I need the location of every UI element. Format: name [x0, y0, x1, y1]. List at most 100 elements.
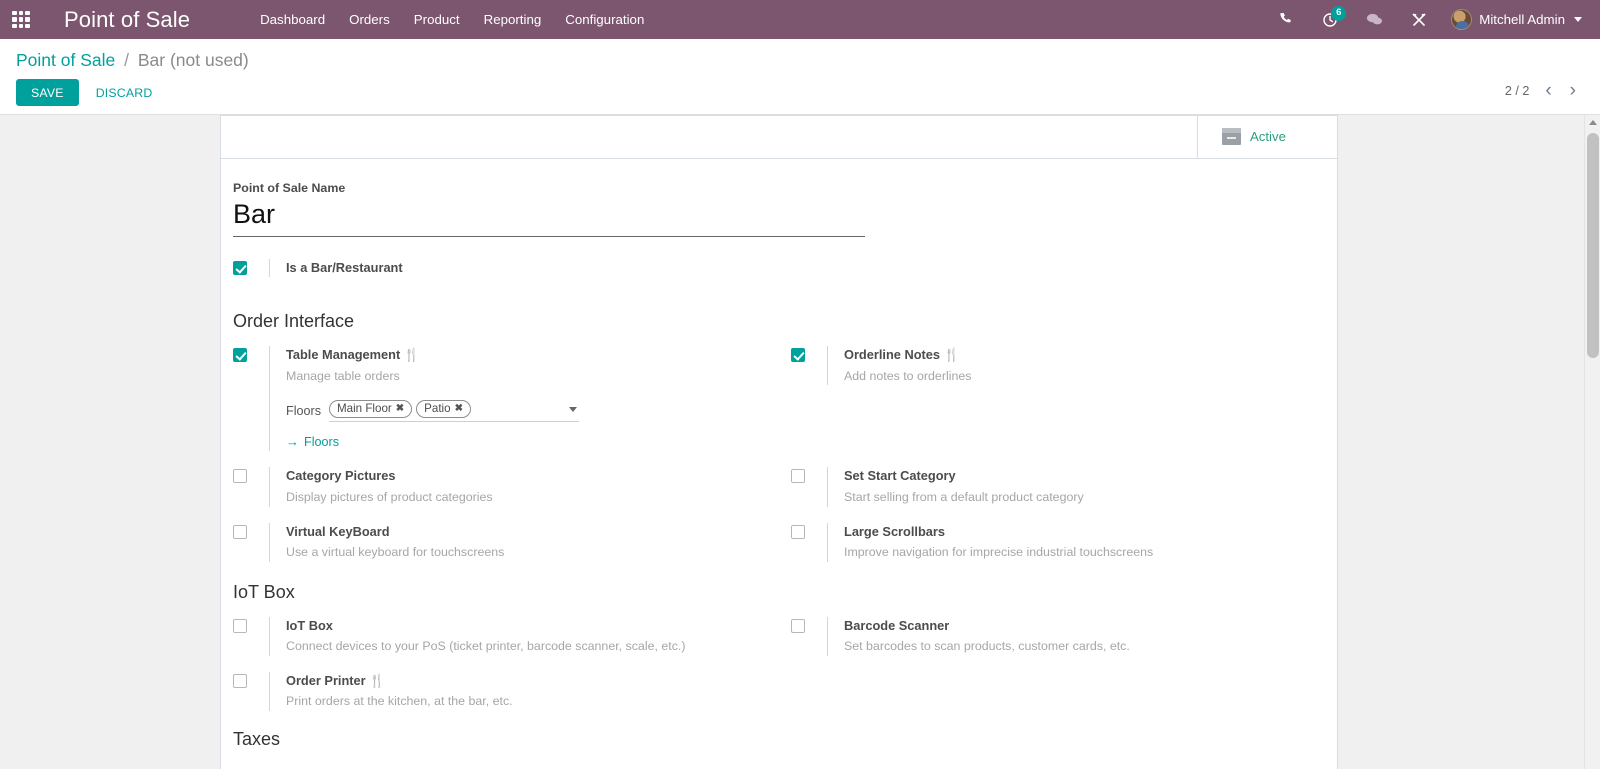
setting-order-printer: Order Printer 🍴 Print orders at the kitc… — [221, 672, 779, 727]
checkbox-orderline-notes[interactable] — [791, 348, 805, 362]
chevron-down-icon — [1574, 17, 1582, 22]
floors-field-label: Floors — [286, 404, 321, 418]
setting-set-start-category-body: Set Start Category Start selling from a … — [827, 467, 1321, 506]
checkbox-set-start-category[interactable] — [791, 469, 805, 483]
scroll-thumb[interactable] — [1587, 133, 1599, 358]
activity-clock-icon[interactable]: 6 — [1308, 4, 1352, 36]
setting-table-management-text: Table Management — [286, 347, 400, 362]
pos-name-label: Point of Sale Name — [233, 181, 1337, 195]
menu-item-orders[interactable]: Orders — [337, 2, 402, 37]
menu-item-configuration[interactable]: Configuration — [553, 2, 656, 37]
floors-tag-patio-label: Patio — [424, 402, 450, 415]
setting-category-pictures-title: Category Pictures — [286, 467, 763, 486]
stat-button-active[interactable]: Active — [1197, 116, 1337, 158]
checkbox-large-scrollbars[interactable] — [791, 525, 805, 539]
setting-order-printer-text: Order Printer — [286, 673, 366, 688]
form-action-buttons: SAVE DISCARD — [16, 79, 1584, 106]
setting-barcode-scanner-desc: Set barcodes to scan products, customer … — [844, 637, 1321, 656]
setting-set-start-category-title: Set Start Category — [844, 467, 1321, 486]
activity-count-badge: 6 — [1331, 6, 1346, 21]
setting-large-scrollbars: Large Scrollbars Improve navigation for … — [779, 523, 1337, 578]
pager-next-button[interactable]: › — [1562, 79, 1584, 102]
checkbox-table-management[interactable] — [233, 348, 247, 362]
checkbox-is-bar-restaurant[interactable] — [233, 261, 247, 275]
discard-button[interactable]: DISCARD — [83, 79, 166, 106]
phone-icon[interactable]: phone-icon — [1265, 4, 1308, 35]
setting-orderline-notes-title: Orderline Notes 🍴 — [844, 346, 1321, 365]
setting-iot-box-body: IoT Box Connect devices to your PoS (tic… — [269, 617, 763, 656]
setting-barcode-scanner-body: Barcode Scanner Set barcodes to scan pro… — [827, 617, 1321, 656]
stat-button-active-label: Active — [1250, 129, 1286, 144]
setting-orderline-notes-body: Orderline Notes 🍴 Add notes to orderline… — [827, 346, 1321, 385]
group-heading-taxes: Taxes — [233, 729, 1337, 750]
sheet-inner: Point of Sale Name Is a Bar/Restaurant O… — [221, 159, 1337, 750]
fork-knife-icon: 🍴 — [944, 347, 960, 362]
pos-name-field-wrap — [233, 199, 865, 237]
setting-table-management-title: Table Management 🍴 — [286, 346, 763, 365]
setting-iot-box-desc: Connect devices to your PoS (ticket prin… — [286, 637, 763, 656]
checkbox-barcode-scanner[interactable] — [791, 619, 805, 633]
vertical-scrollbar[interactable] — [1584, 115, 1600, 769]
tools-icon[interactable] — [1397, 4, 1441, 36]
setting-barcode-scanner: Barcode Scanner Set barcodes to scan pro… — [779, 617, 1337, 672]
user-menu[interactable]: Mitchell Admin — [1441, 5, 1586, 34]
setting-is-bar-restaurant: Is a Bar/Restaurant — [221, 259, 1337, 294]
brand-title[interactable]: Point of Sale — [64, 7, 190, 33]
close-icon[interactable]: ✖ — [455, 403, 463, 414]
floors-tag-patio[interactable]: Patio ✖ — [416, 400, 471, 418]
main-menu: Dashboard Orders Product Reporting Confi… — [248, 2, 656, 37]
breadcrumb-root[interactable]: Point of Sale — [16, 50, 115, 70]
checkbox-virtual-keyboard[interactable] — [233, 525, 247, 539]
setting-order-printer-body: Order Printer 🍴 Print orders at the kitc… — [269, 672, 763, 711]
settings-grid-iot-box: IoT Box Connect devices to your PoS (tic… — [221, 617, 1337, 727]
breadcrumb: Point of Sale / Bar (not used) — [16, 49, 1584, 72]
checkbox-order-printer[interactable] — [233, 674, 247, 688]
save-button[interactable]: SAVE — [16, 79, 79, 106]
user-avatar — [1451, 9, 1472, 30]
breadcrumb-current: Bar (not used) — [138, 50, 249, 70]
setting-virtual-keyboard-desc: Use a virtual keyboard for touchscreens — [286, 543, 763, 562]
content-area: Active Point of Sale Name Is a Bar/Resta… — [0, 115, 1600, 769]
close-icon[interactable]: ✖ — [396, 403, 404, 414]
pager-value[interactable]: 2 / 2 — [1499, 81, 1536, 101]
archive-box-icon — [1222, 128, 1241, 145]
setting-is-bar-restaurant-title: Is a Bar/Restaurant — [286, 259, 1321, 278]
setting-table-management-desc: Manage table orders — [286, 367, 763, 386]
group-heading-order-interface: Order Interface — [233, 311, 1337, 332]
setting-virtual-keyboard-title: Virtual KeyBoard — [286, 523, 763, 542]
setting-virtual-keyboard-body: Virtual KeyBoard Use a virtual keyboard … — [269, 523, 763, 562]
top-navbar: Point of Sale Dashboard Orders Product R… — [0, 0, 1600, 39]
setting-iot-box-title: IoT Box — [286, 617, 763, 636]
pos-name-input[interactable] — [233, 199, 865, 237]
messages-icon[interactable] — [1352, 4, 1397, 35]
control-panel: Point of Sale / Bar (not used) SAVE DISC… — [0, 39, 1600, 115]
navbar-right-tools: phone-icon 6 Mitchell Admin — [1265, 4, 1586, 36]
apps-grid-icon[interactable] — [8, 7, 34, 33]
setting-set-start-category: Set Start Category Start selling from a … — [779, 467, 1337, 522]
setting-table-management: Table Management 🍴 Manage table orders F… — [221, 346, 779, 467]
checkbox-category-pictures[interactable] — [233, 469, 247, 483]
settings-grid-order-interface: Table Management 🍴 Manage table orders F… — [221, 346, 1337, 577]
setting-category-pictures-desc: Display pictures of product categories — [286, 488, 763, 507]
chevron-down-icon[interactable] — [569, 407, 577, 412]
checkbox-iot-box[interactable] — [233, 619, 247, 633]
menu-item-reporting[interactable]: Reporting — [472, 2, 554, 37]
menu-item-dashboard[interactable]: Dashboard — [248, 2, 337, 37]
floors-internal-link[interactable]: → Floors — [286, 434, 339, 449]
stat-button-box: Active — [221, 116, 1337, 159]
user-name-label: Mitchell Admin — [1479, 12, 1565, 27]
setting-category-pictures: Category Pictures Display pictures of pr… — [221, 467, 779, 522]
scroll-up-arrow-icon[interactable] — [1585, 115, 1600, 131]
floors-field: Floors Main Floor ✖ Patio ✖ — [286, 400, 763, 422]
pager-previous-button[interactable]: ‹ — [1537, 79, 1559, 102]
setting-large-scrollbars-desc: Improve navigation for imprecise industr… — [844, 543, 1321, 562]
floors-many2many-input[interactable]: Main Floor ✖ Patio ✖ — [329, 400, 579, 422]
setting-table-management-body: Table Management 🍴 Manage table orders F… — [269, 346, 763, 451]
setting-large-scrollbars-body: Large Scrollbars Improve navigation for … — [827, 523, 1321, 562]
group-heading-iot-box: IoT Box — [233, 582, 1337, 603]
setting-orderline-notes: Orderline Notes 🍴 Add notes to orderline… — [779, 346, 1337, 467]
fork-knife-icon: 🍴 — [369, 673, 385, 688]
floors-tag-main-floor[interactable]: Main Floor ✖ — [329, 400, 412, 418]
setting-iot-box: IoT Box Connect devices to your PoS (tic… — [221, 617, 779, 672]
menu-item-product[interactable]: Product — [402, 2, 472, 37]
